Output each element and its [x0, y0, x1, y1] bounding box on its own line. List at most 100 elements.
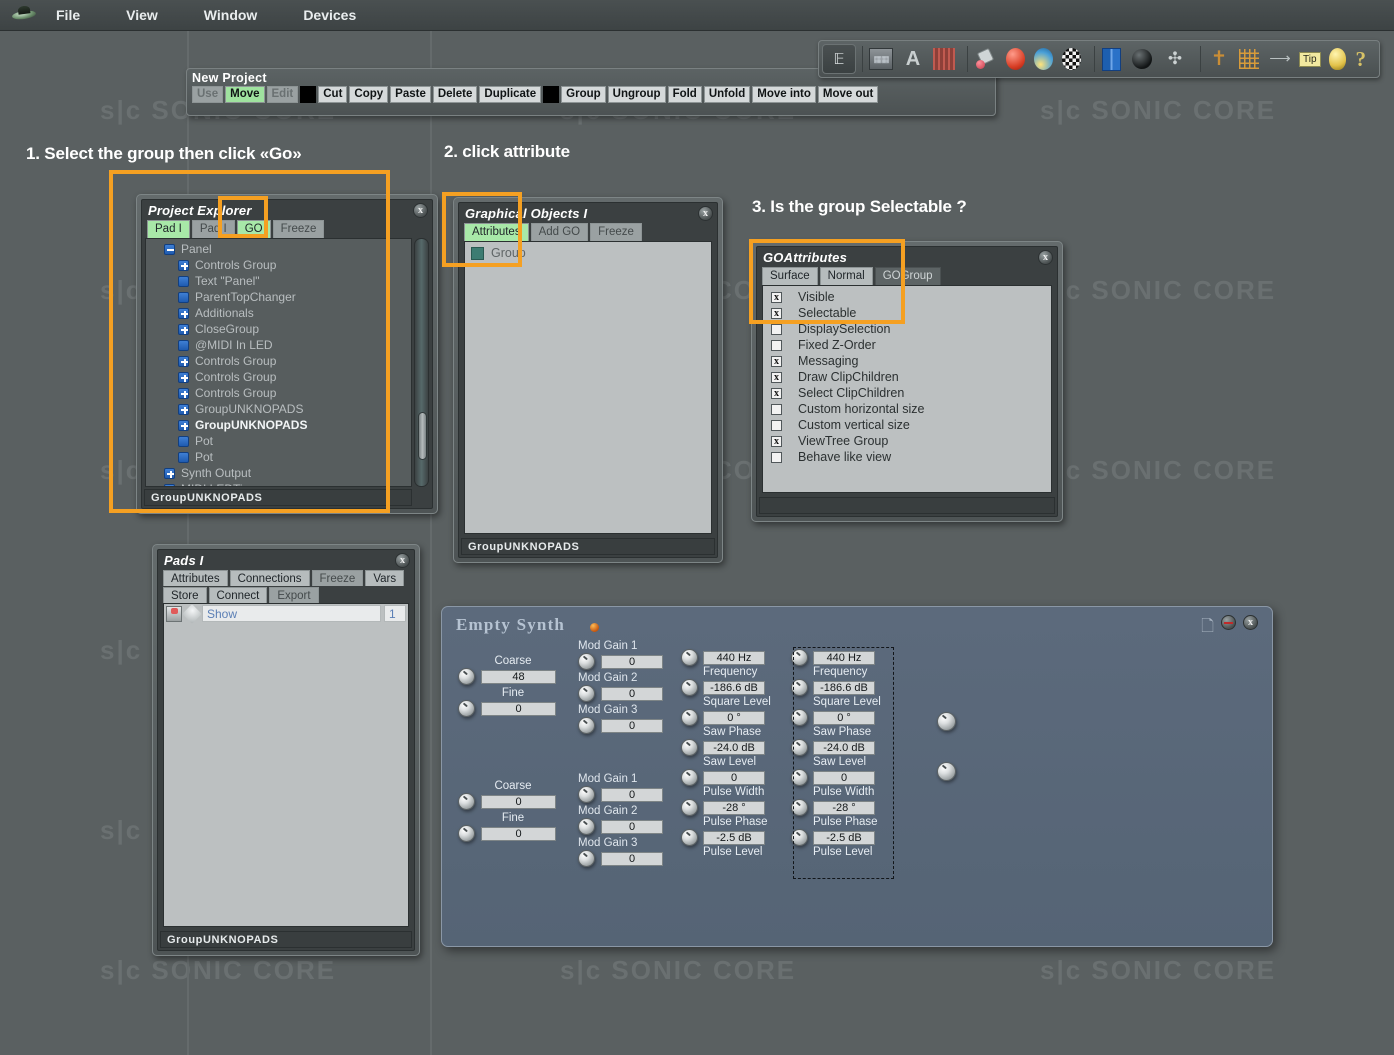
go-list-item[interactable]: Group [465, 242, 711, 264]
tree-row[interactable]: Text "Panel" [146, 273, 411, 289]
tree-row[interactable]: Controls Group [146, 385, 411, 401]
checkbox-fixed-z-order[interactable] [771, 339, 782, 351]
film-strip-icon[interactable]: ▦▦ [869, 48, 893, 70]
col-a-knob-pulse-phase[interactable] [681, 799, 698, 816]
checkbox-displayselection[interactable] [771, 323, 782, 335]
project-button-move-out[interactable]: Move out [817, 86, 879, 103]
attribute-row[interactable]: x Messaging [763, 353, 1051, 369]
grid-red-icon[interactable] [933, 48, 955, 70]
tab-freeze[interactable]: Freeze [590, 223, 642, 242]
pads-entry-row[interactable]: Show 1 [164, 604, 408, 624]
expand-plus-icon[interactable] [178, 419, 189, 431]
col-a-knob-frequency[interactable] [681, 649, 698, 666]
osc2-mod-knob-3[interactable] [578, 850, 595, 867]
osc1-mod-knob-3[interactable] [578, 717, 595, 734]
loose-knob-2[interactable] [937, 762, 956, 781]
osc2-fine-knob[interactable] [458, 825, 475, 842]
leaf-node-icon[interactable] [178, 275, 189, 287]
project-explorer-scrollbar[interactable] [414, 238, 429, 487]
checkbox-draw-clipchildren[interactable]: x [771, 371, 782, 383]
osc2-mod-field-1[interactable]: 0 [601, 787, 663, 802]
osc1-coarse-knob[interactable] [458, 668, 475, 685]
project-button-move[interactable]: Move [225, 86, 265, 103]
attribute-row[interactable]: Custom horizontal size [763, 401, 1051, 417]
osc2-mod-field-2[interactable]: 0 [601, 819, 663, 834]
tree-row[interactable]: GroupUNKNOPADS [146, 401, 411, 417]
tab-freeze[interactable]: Freeze [272, 220, 325, 239]
osc1-mod-field-3[interactable]: 0 [601, 718, 663, 733]
attribute-row[interactable]: x Selectable [763, 305, 1051, 321]
tab-pad-i[interactable]: Pad I [191, 220, 235, 239]
tree-row[interactable]: MIDI LEDTimer [146, 481, 411, 486]
attribute-row[interactable]: Fixed Z-Order [763, 337, 1051, 353]
tree-row[interactable]: Panel [146, 241, 411, 257]
project-button-cut[interactable]: Cut [318, 86, 348, 103]
col-a-field-square-level[interactable]: -186.6 dB [703, 680, 765, 695]
col-a-field-saw-phase[interactable]: 0 ° [703, 710, 765, 725]
attribute-row[interactable]: x Select ClipChildren [763, 385, 1051, 401]
project-button-edit[interactable]: Edit [266, 86, 299, 103]
close-icon[interactable]: x [1243, 615, 1258, 630]
osc2-mod-knob-2[interactable] [578, 818, 595, 835]
project-button-copy[interactable]: Copy [349, 86, 389, 103]
osc1-mod-field-2[interactable]: 0 [601, 686, 663, 701]
menu-item-devices[interactable]: Devices [291, 0, 368, 31]
osc2-mod-knob-1[interactable] [578, 786, 595, 803]
tab-pad-i[interactable]: Pad I [147, 220, 190, 239]
red-sphere-icon[interactable] [1006, 48, 1025, 70]
tab-normal[interactable]: Normal [819, 267, 873, 286]
osc1-fine-field[interactable]: 0 [481, 701, 556, 716]
close-icon[interactable]: x [413, 203, 428, 218]
minimize-icon[interactable] [1221, 615, 1236, 630]
attribute-row[interactable]: Custom vertical size [763, 417, 1051, 433]
expand-plus-icon[interactable] [178, 259, 189, 271]
expand-plus-icon[interactable] [178, 355, 189, 367]
arrow-tool-icon[interactable]: ⟶ [1268, 49, 1292, 69]
help-icon[interactable]: ? [1356, 47, 1367, 72]
osc1-mod-knob-2[interactable] [578, 685, 595, 702]
pads-entry-value[interactable]: 1 [384, 605, 406, 622]
project-explorer-tree[interactable]: Panel Controls Group Text "Panel" ParentTop… [145, 238, 412, 487]
leaf-node-icon[interactable] [164, 483, 175, 486]
expand-plus-icon[interactable] [164, 467, 175, 479]
project-button-group[interactable]: Group [561, 86, 606, 103]
osc2-coarse-field[interactable]: 0 [481, 794, 556, 809]
osc2-coarse-knob[interactable] [458, 793, 475, 810]
checkbox-select-clipchildren[interactable]: x [771, 387, 782, 399]
project-button-fold[interactable]: Fold [667, 86, 702, 103]
col-a-knob-pulse-width[interactable] [681, 769, 698, 786]
osc1-fine-knob[interactable] [458, 700, 475, 717]
black-sphere-icon[interactable] [1132, 49, 1152, 69]
tab-surface[interactable]: Surface [762, 267, 818, 286]
menu-item-file[interactable]: File [44, 0, 92, 31]
toolbar-separator-swatch[interactable] [300, 86, 317, 103]
menu-item-view[interactable]: View [114, 0, 170, 31]
loose-knob-1[interactable] [937, 712, 956, 731]
checkbox-messaging[interactable]: x [771, 355, 782, 367]
checkbox-custom-horizontal-size[interactable] [771, 403, 782, 415]
pads-list[interactable]: Show 1 [163, 603, 409, 927]
scrollbar-thumb[interactable] [418, 412, 427, 460]
go-attributes-list[interactable]: x Visible x Selectable DisplaySelection Fixed… [762, 285, 1052, 493]
pads-entry-name[interactable]: Show [202, 605, 381, 622]
attribute-row[interactable]: DisplaySelection [763, 321, 1051, 337]
leaf-node-icon[interactable] [178, 451, 189, 463]
col-a-field-pulse-level[interactable]: -2.5 dB [703, 830, 765, 845]
expand-plus-icon[interactable] [178, 323, 189, 335]
attribute-row[interactable]: Behave like view [763, 449, 1051, 465]
graphical-objects-list[interactable]: Group [464, 241, 712, 534]
osc1-mod-field-1[interactable]: 0 [601, 654, 663, 669]
col-a-knob-square-level[interactable] [681, 679, 698, 696]
expand-plus-icon[interactable] [178, 371, 189, 383]
col-a-field-frequency[interactable]: 440 Hz [703, 650, 765, 665]
close-icon[interactable]: x [1038, 250, 1053, 265]
tripod-icon[interactable]: ✝ [1208, 47, 1230, 71]
osc2-fine-field[interactable]: 0 [481, 826, 556, 841]
tree-row[interactable]: Pot [146, 433, 411, 449]
leaf-node-icon[interactable] [178, 291, 189, 303]
osc1-mod-knob-1[interactable] [578, 653, 595, 670]
tab-go[interactable]: GO [236, 220, 271, 239]
close-icon[interactable]: x [698, 206, 713, 221]
project-button-unfold[interactable]: Unfold [703, 86, 751, 103]
osc2-mod-field-3[interactable]: 0 [601, 851, 663, 866]
